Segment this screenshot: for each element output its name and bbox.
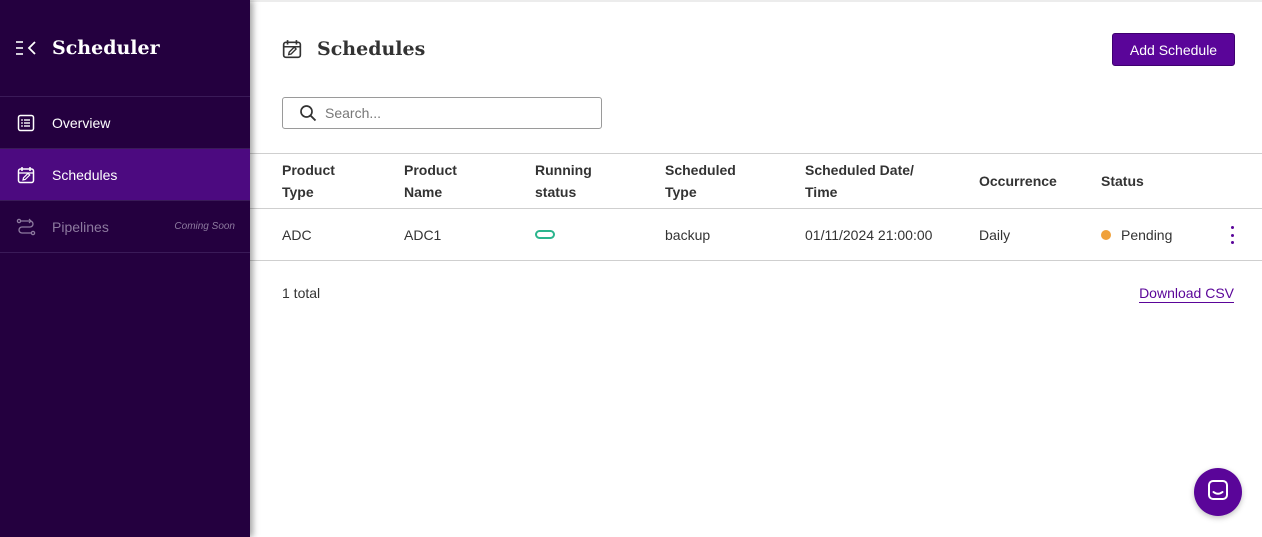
toggle-pill-icon xyxy=(535,230,555,239)
column-header-line: Name xyxy=(404,184,443,200)
column-header-scheduled-type[interactable]: Scheduled Type xyxy=(665,154,736,208)
page-header: Schedules xyxy=(282,38,425,60)
column-header-line: Running xyxy=(535,162,592,178)
cell-scheduled-type: backup xyxy=(665,226,711,243)
column-header-line: Scheduled xyxy=(665,162,736,178)
column-header-line: Product xyxy=(282,162,335,178)
add-schedule-button[interactable]: Add Schedule xyxy=(1112,33,1235,66)
sidebar-item-schedules[interactable]: Schedules xyxy=(0,149,250,201)
page-title: Schedules xyxy=(317,38,426,60)
column-header-line: status xyxy=(535,184,577,200)
cell-occurrence: Daily xyxy=(979,226,1011,243)
column-header-line: Type xyxy=(665,184,697,200)
calendar-edit-icon xyxy=(16,165,36,185)
column-header-line: Occurrence xyxy=(979,173,1057,189)
cell-scheduled-datetime: 01/11/2024 21:00:00 xyxy=(805,226,933,243)
column-header-line: Type xyxy=(282,184,314,200)
status-label: Pending xyxy=(1121,226,1173,243)
column-header-line: Scheduled Date/ xyxy=(805,162,914,178)
column-header-line: Status xyxy=(1101,173,1144,189)
main-content: Schedules Add Schedule Product Type Produ… xyxy=(250,0,1262,537)
download-csv-link[interactable]: Download CSV xyxy=(1139,285,1234,303)
search-box[interactable] xyxy=(282,97,602,129)
list-icon xyxy=(16,113,36,133)
column-header-running-status[interactable]: Running status xyxy=(535,154,592,208)
column-header-occurrence[interactable]: Occurrence xyxy=(979,154,1057,208)
table-row[interactable]: ADC ADC1 backup 01/11/2024 21:00:00 Dail… xyxy=(250,209,1262,261)
status-dot xyxy=(1101,229,1111,240)
sidebar-item-label: Pipelines xyxy=(52,218,109,235)
table-header: Product Type Product Name Running status Sc… xyxy=(250,153,1262,209)
cell-status: Pending xyxy=(1101,209,1172,260)
app-title: Scheduler xyxy=(52,37,160,59)
chat-support-button[interactable] xyxy=(1194,468,1242,516)
column-header-line: Time xyxy=(805,184,838,200)
sidebar: Scheduler Overview Schedules Pipelines C… xyxy=(0,0,250,537)
column-header-line: Product xyxy=(404,162,457,178)
total-count: 1 total xyxy=(282,285,321,301)
chat-icon xyxy=(1206,478,1230,507)
column-header-product-name[interactable]: Product Name xyxy=(404,154,457,208)
schedules-table: Product Type Product Name Running status Sc… xyxy=(250,153,1262,261)
collapse-menu-icon[interactable] xyxy=(16,38,40,58)
column-header-status[interactable]: Status xyxy=(1101,154,1144,208)
search-icon xyxy=(299,104,317,122)
sidebar-header: Scheduler xyxy=(0,0,250,97)
sidebar-item-label: Overview xyxy=(52,114,111,131)
column-header-product-type[interactable]: Product Type xyxy=(282,154,335,208)
coming-soon-badge: Coming Soon xyxy=(174,221,235,232)
calendar-edit-icon xyxy=(282,39,302,59)
cell-running-status xyxy=(535,209,555,260)
row-actions-kebab-icon[interactable] xyxy=(1222,226,1242,244)
sidebar-item-label: Schedules xyxy=(52,166,118,183)
sidebar-item-overview[interactable]: Overview xyxy=(0,97,250,149)
search-input[interactable] xyxy=(325,105,575,121)
sidebar-item-pipelines: Pipelines Coming Soon xyxy=(0,201,250,253)
column-header-scheduled-datetime[interactable]: Scheduled Date/Time xyxy=(805,154,914,208)
pipeline-icon xyxy=(16,217,36,237)
cell-product-type: ADC xyxy=(282,226,312,243)
cell-product-name: ADC1 xyxy=(404,226,442,243)
